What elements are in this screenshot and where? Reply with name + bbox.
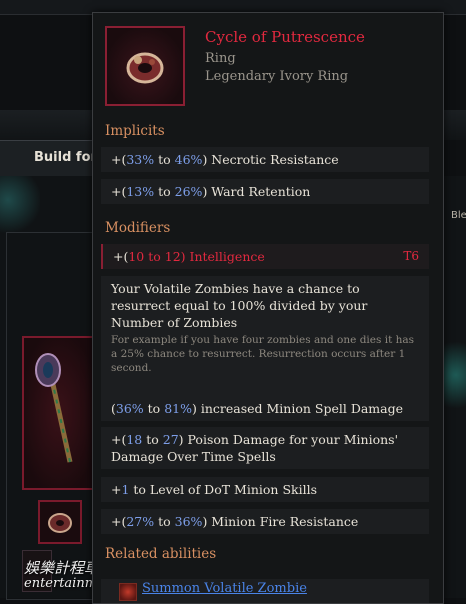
- modifier-minion-spell-damage: (36% to 81%) increased Minion Spell Dama…: [101, 396, 429, 421]
- watermark-line1: 娛樂計程車: [24, 559, 100, 577]
- build-tab-label: Build for: [34, 150, 97, 165]
- modifier-dot-minion-skills: +1 to Level of DoT Minion Skills: [101, 477, 429, 502]
- related-ability-row: Summon Volatile Zombie: [101, 579, 429, 603]
- item-type: Ring: [205, 51, 236, 66]
- implicits-header: Implicits: [105, 123, 165, 139]
- ring-icon: [48, 513, 72, 533]
- tier-badge: T6: [403, 249, 419, 263]
- ring-icon: [126, 52, 164, 84]
- implicit-necrotic-resistance: +(33% to 46%) Necrotic Resistance: [101, 147, 429, 172]
- modifiers-header: Modifiers: [105, 220, 171, 236]
- volatile-zombie-icon: [119, 583, 137, 601]
- ring-slot[interactable]: [38, 500, 82, 544]
- modifier-minion-fire-resistance: +(27% to 36%) Minion Fire Resistance: [101, 509, 429, 534]
- item-icon-frame: [105, 26, 185, 106]
- item-name: Cycle of Putrescence: [205, 28, 365, 46]
- implicit-ward-retention: +(13% to 26%) Ward Retention: [101, 179, 429, 204]
- item-tooltip: Cycle of Putrescence Ring Legendary Ivor…: [92, 12, 444, 604]
- modifier-minion-poison-damage: +(18 to 27) Poison Damage for your Minio…: [101, 427, 429, 469]
- modifier-intelligence: +(10 to 12) Intelligence T6: [101, 244, 429, 269]
- modifier-unique-zombie-resurrect: Your Volatile Zombies have a chance to r…: [101, 276, 429, 396]
- unique-effect-text: Your Volatile Zombies have a chance to r…: [111, 281, 368, 330]
- panel-glow: [0, 176, 40, 236]
- related-abilities-header: Related abilities: [105, 546, 217, 562]
- wand-icon: [35, 353, 73, 463]
- right-panel-label: Ble: [451, 210, 466, 221]
- ability-link-summon-volatile-zombie[interactable]: Summon Volatile Zombie: [142, 581, 307, 596]
- unique-effect-example: For example if you have four zombies and…: [111, 334, 415, 374]
- item-subtype: Legendary Ivory Ring: [205, 69, 349, 84]
